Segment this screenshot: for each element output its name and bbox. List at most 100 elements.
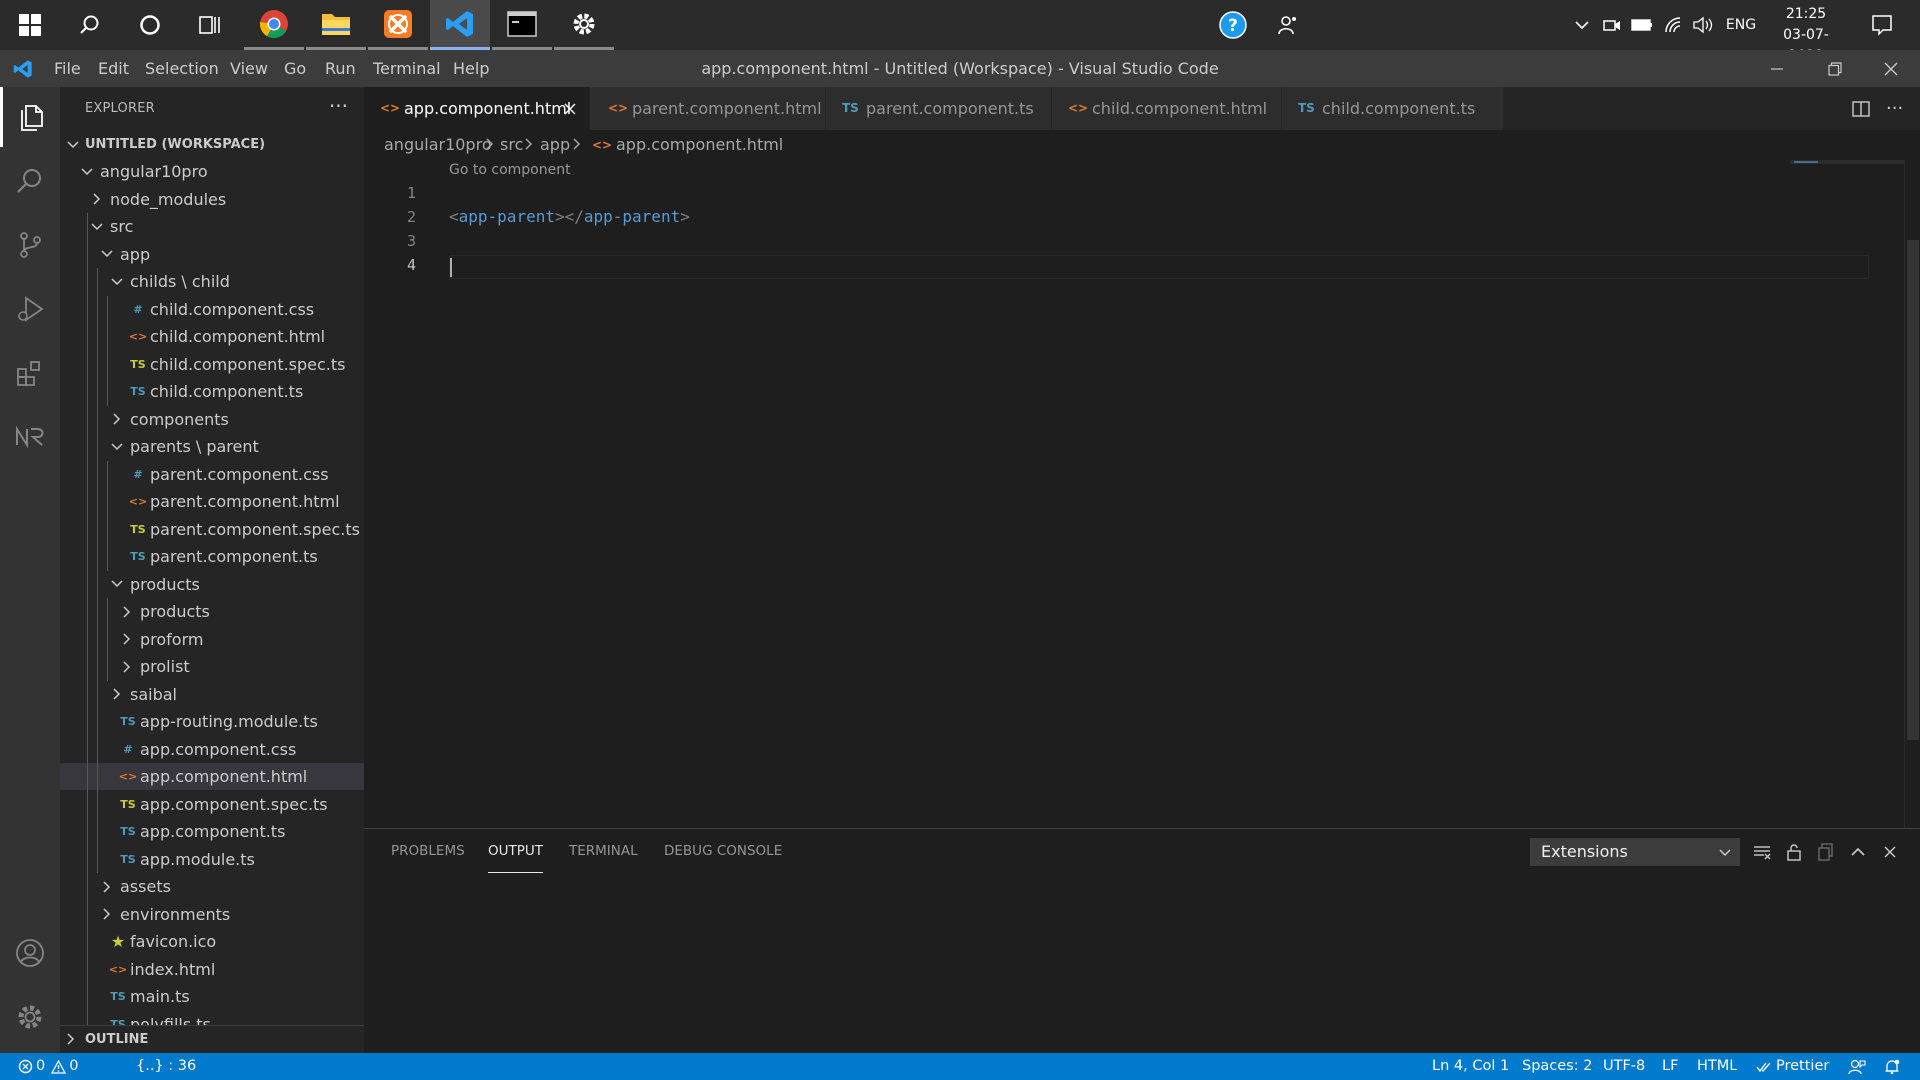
close-window-button[interactable]: [1868, 50, 1914, 87]
live-share-status[interactable]: [1848, 1053, 1866, 1080]
tree-folder-products[interactable]: products: [60, 571, 364, 598]
taskbar-search-button[interactable]: [60, 0, 120, 50]
windows-start-button[interactable]: [0, 0, 60, 50]
tab-app-component-html[interactable]: <> app.component.html: [364, 87, 590, 130]
tab-parent-component-ts[interactable]: TS parent.component.ts: [826, 87, 1052, 130]
minimize-button[interactable]: [1754, 50, 1800, 87]
terminal-taskbar-app[interactable]: [492, 0, 552, 50]
activity-npm[interactable]: [0, 407, 60, 467]
battery-tray-button[interactable]: [1628, 0, 1656, 50]
code-line[interactable]: <app-parent></app-parent>: [449, 207, 690, 226]
tree-folder-prolist[interactable]: prolist: [60, 653, 364, 680]
tree-folder-src[interactable]: src: [60, 213, 364, 240]
menu-run[interactable]: Run: [325, 50, 356, 87]
activity-search[interactable]: [0, 151, 60, 211]
tree-file-parent-component-css[interactable]: # parent.component.css: [60, 461, 364, 488]
tree-file-parent-component-html[interactable]: <> parent.component.html: [60, 488, 364, 515]
panel-tab-debug-console[interactable]: DEBUG CONSOLE: [664, 829, 782, 873]
codelens-go-to-component[interactable]: Go to component: [449, 162, 571, 178]
menu-edit[interactable]: Edit: [98, 50, 129, 87]
tree-file-app-component-css[interactable]: # app.component.css: [60, 736, 364, 763]
tree-file-child-component-spec-ts[interactable]: TS child.component.spec.ts: [60, 351, 364, 378]
tree-file-child-component-html[interactable]: <> child.component.html: [60, 323, 364, 350]
help-tray-button[interactable]: ?: [1216, 0, 1250, 50]
prettier-status[interactable]: Prettier: [1756, 1053, 1829, 1080]
tree-file-parent-component-ts[interactable]: TS parent.component.ts: [60, 543, 364, 570]
menu-file[interactable]: File: [54, 50, 81, 87]
cortana-button[interactable]: [120, 0, 180, 50]
tree-folder-app[interactable]: app: [60, 241, 364, 268]
tree-file-index-html[interactable]: <> index.html: [60, 956, 364, 983]
panel-tab-problems[interactable]: PROBLEMS: [391, 829, 465, 873]
panel-tab-output[interactable]: OUTPUT: [488, 829, 544, 873]
breadcrumb-item-app[interactable]: app: [540, 130, 570, 160]
brace-count-status[interactable]: {..} : 36: [136, 1053, 196, 1080]
tree-file-main-ts[interactable]: TS main.ts: [60, 983, 364, 1010]
activity-extensions[interactable]: [0, 343, 60, 403]
file-explorer-taskbar-app[interactable]: [306, 0, 366, 50]
problems-status[interactable]: 0 0: [18, 1053, 78, 1080]
tree-file-app-routing-module-ts[interactable]: TS app-routing.module.ts: [60, 708, 364, 735]
tree-file-favicon-ico[interactable]: ★ favicon.ico: [60, 928, 364, 955]
tab-child-component-html[interactable]: <> child.component.html: [1052, 87, 1282, 130]
menu-terminal[interactable]: Terminal: [373, 50, 441, 87]
language-mode-status[interactable]: HTML: [1697, 1053, 1737, 1080]
output-channel-select[interactable]: Extensions: [1530, 838, 1740, 866]
action-center-button[interactable]: [1862, 0, 1902, 50]
vscode-app-menu[interactable]: [0, 50, 46, 87]
editor-scrollbar[interactable]: [1904, 160, 1920, 828]
tree-file-app-component-ts[interactable]: TS app.component.ts: [60, 818, 364, 845]
menu-view[interactable]: View: [230, 50, 268, 87]
breadcrumb-item-file[interactable]: app.component.html: [616, 130, 783, 160]
indentation-status[interactable]: Spaces: 2: [1522, 1053, 1592, 1080]
tree-folder-parents-parent[interactable]: parents \ parent: [60, 433, 364, 460]
explorer-more-actions[interactable]: ···: [329, 94, 348, 118]
tree-folder-childs-child[interactable]: childs \ child: [60, 268, 364, 295]
eol-status[interactable]: LF: [1662, 1053, 1678, 1080]
show-hidden-icons-button[interactable]: [1570, 0, 1594, 50]
editor-scrollbar-thumb[interactable]: [1907, 240, 1919, 740]
tree-folder-saibal[interactable]: saibal: [60, 681, 364, 708]
notifications-status[interactable]: [1884, 1053, 1900, 1080]
split-editor-button[interactable]: [1852, 87, 1870, 130]
menu-go[interactable]: Go: [284, 50, 306, 87]
tree-folder-proform[interactable]: proform: [60, 626, 364, 653]
code-editor[interactable]: Go to component 1 2 3 4 <app-parent></ap…: [364, 160, 1904, 828]
input-language-indicator[interactable]: ENG: [1722, 0, 1760, 50]
breadcrumb-item-src[interactable]: src: [500, 130, 523, 160]
maximize-panel-button[interactable]: [1844, 838, 1872, 866]
clear-output-button[interactable]: [1748, 838, 1776, 866]
restore-button[interactable]: [1812, 50, 1858, 87]
vscode-taskbar-app[interactable]: [430, 0, 490, 50]
breadcrumb-item-project[interactable]: angular10pro: [384, 130, 492, 160]
tree-file-parent-component-spec-ts[interactable]: TS parent.component.spec.ts: [60, 516, 364, 543]
tree-folder-assets[interactable]: assets: [60, 873, 364, 900]
wifi-tray-button[interactable]: [1660, 0, 1688, 50]
panel-tab-terminal[interactable]: TERMINAL: [569, 829, 638, 873]
menu-help[interactable]: Help: [453, 50, 489, 87]
tree-file-app-component-spec-ts[interactable]: TS app.component.spec.ts: [60, 791, 364, 818]
tree-folder-components[interactable]: components: [60, 406, 364, 433]
editor-more-actions[interactable]: ···: [1886, 87, 1903, 130]
activity-accounts[interactable]: [0, 923, 60, 983]
tree-folder-angular10pro[interactable]: angular10pro: [60, 158, 364, 185]
tab-close-button[interactable]: [560, 99, 580, 119]
activity-manage[interactable]: [0, 987, 60, 1047]
minimap[interactable]: [1790, 160, 1904, 828]
open-log-file-button[interactable]: [1812, 838, 1840, 866]
tree-folder-products[interactable]: products: [60, 598, 364, 625]
workspace-header[interactable]: UNTITLED (WORKSPACE): [60, 131, 364, 158]
tree-file-child-component-css[interactable]: # child.component.css: [60, 296, 364, 323]
cursor-position-status[interactable]: Ln 4, Col 1: [1432, 1053, 1509, 1080]
tree-folder-environments[interactable]: environments: [60, 901, 364, 928]
encoding-status[interactable]: UTF-8: [1603, 1053, 1645, 1080]
task-view-button[interactable]: [180, 0, 240, 50]
people-tray-button[interactable]: [1272, 0, 1302, 50]
lock-scroll-button[interactable]: [1780, 838, 1808, 866]
activity-explorer[interactable]: [0, 87, 60, 147]
volume-tray-button[interactable]: [1690, 0, 1718, 50]
activity-run-debug[interactable]: [0, 279, 60, 339]
settings-taskbar-app[interactable]: [554, 0, 614, 50]
outline-section-header[interactable]: OUTLINE: [60, 1025, 364, 1053]
tree-file-child-component-ts[interactable]: TS child.component.ts: [60, 378, 364, 405]
